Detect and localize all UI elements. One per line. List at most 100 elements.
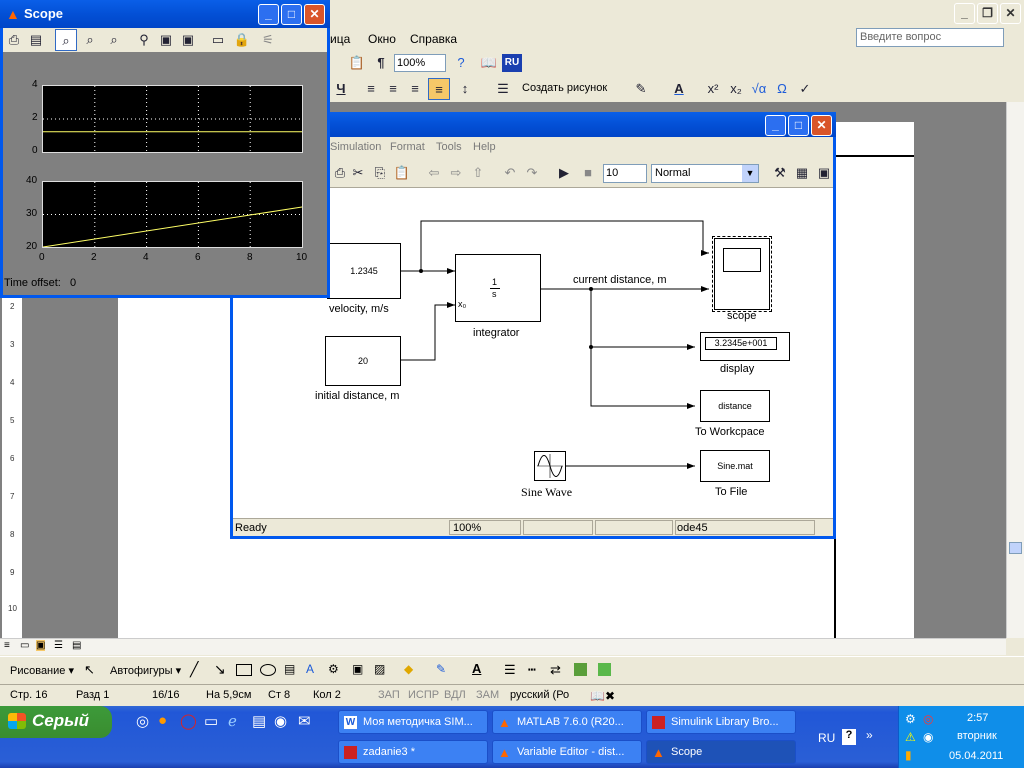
up-icon[interactable]: ⇧ (467, 162, 489, 184)
3d-icon[interactable] (598, 663, 611, 676)
build-icon[interactable]: ⚒ (769, 162, 791, 184)
select-objects-icon[interactable]: ↖ (84, 662, 95, 678)
diagram-icon[interactable]: ⚙ (328, 662, 339, 676)
antivirus-icon[interactable]: ◎ (923, 712, 933, 726)
justify-icon[interactable]: ≡ (428, 78, 450, 100)
drawing-font-color-icon[interactable]: A (472, 661, 481, 676)
menu-format[interactable]: Format (390, 141, 425, 153)
scope-maximize-icon[interactable]: □ (281, 4, 302, 25)
menu-help[interactable]: Help (473, 141, 496, 153)
print-icon[interactable]: ⎙ (3, 29, 25, 51)
zoom-y-icon[interactable]: ⌕ (103, 29, 125, 51)
menu-window[interactable]: Окно (368, 32, 396, 46)
media-icon[interactable]: ◉ (274, 712, 287, 730)
spelling-icon[interactable]: ✓ (794, 78, 816, 100)
ask-question-input[interactable]: Введите вопрос (856, 28, 1004, 47)
pilcrow-icon[interactable]: ¶ (370, 52, 392, 74)
equation-icon[interactable]: √α (748, 78, 770, 100)
line-icon[interactable]: ╱ (190, 661, 198, 678)
close-icon[interactable]: ✕ (1000, 3, 1021, 24)
task-variable-editor[interactable]: ▲ Variable Editor - dist... (492, 740, 642, 764)
numbering-icon[interactable]: ☰ (492, 78, 514, 100)
start-button[interactable]: Серый (0, 706, 112, 738)
back-icon[interactable]: ⇦ (423, 162, 445, 184)
subscript-icon[interactable]: x₂ (725, 78, 747, 100)
zoom-select[interactable]: 100% (394, 54, 446, 72)
task-word-methodichka[interactable]: W Моя методичка SIM... (338, 710, 488, 734)
symbol-icon[interactable]: Ω (771, 78, 793, 100)
opera-icon[interactable]: ◯ (180, 712, 197, 730)
minimize-icon[interactable]: _ (954, 3, 975, 24)
firefox-icon[interactable]: ● (158, 712, 167, 729)
menu-table[interactable]: ица (330, 32, 350, 46)
dash-style-icon[interactable]: ┅ (528, 662, 536, 678)
scope-titlebar[interactable]: ▲ Scope _ □ ✕ (0, 0, 330, 28)
play-icon[interactable]: ▶ (553, 162, 575, 184)
help-icon[interactable]: ? (450, 52, 472, 74)
zoom-x-icon[interactable]: ⌕ (79, 29, 101, 51)
velocity-constant-block[interactable]: 1.2345 (327, 243, 401, 299)
stop-time-input[interactable]: 10 (603, 164, 647, 183)
autoshapes-menu[interactable]: Автофигуры ▾ (110, 664, 181, 677)
simulation-mode-select[interactable]: Normal ▼ (651, 164, 759, 183)
restore-axes-icon[interactable]: ▣ (177, 29, 199, 51)
line-spacing-icon[interactable]: ↕ (454, 78, 476, 100)
restore-icon[interactable]: ❐ (977, 3, 998, 24)
integrator-block[interactable]: 1 s x₀ (455, 254, 541, 322)
task-simulink-library[interactable]: Simulink Library Bro... (646, 710, 796, 734)
desktop-icon[interactable]: ▭ (204, 712, 218, 730)
align-right-icon[interactable]: ≡ (404, 78, 426, 100)
draw-menu[interactable]: Рисование ▾ (10, 664, 74, 677)
copy-icon[interactable]: ⎘ (369, 162, 391, 184)
align-center-icon[interactable]: ≡ (382, 78, 404, 100)
line-color-icon[interactable]: ✎ (436, 662, 446, 676)
volume-icon[interactable]: ◉ (923, 730, 933, 744)
print-view-icon[interactable]: ▣ (36, 640, 46, 651)
arrow-style-icon[interactable]: ⇄ (550, 662, 561, 678)
menu-tools[interactable]: Tools (436, 141, 462, 153)
task-matlab[interactable]: ▲ MATLAB 7.6.0 (R20... (492, 710, 642, 734)
scope-plot-2[interactable] (42, 181, 303, 248)
rectangle-icon[interactable] (236, 664, 252, 676)
highlight-icon[interactable]: ✎ (630, 78, 652, 100)
quicklaunch-icon[interactable]: ◎ (136, 712, 149, 730)
scrollbar-thumb[interactable] (1009, 542, 1022, 554)
network-icon[interactable]: ⚙ (905, 712, 916, 726)
stop-icon[interactable]: ■ (577, 162, 599, 184)
sim-maximize-icon[interactable]: □ (788, 115, 809, 136)
fill-color-icon[interactable]: ◆ (404, 662, 413, 676)
outline-view-icon[interactable]: ☰ (54, 640, 63, 651)
tray-app-icon[interactable]: ▮ (905, 748, 912, 762)
shadow-icon[interactable] (574, 663, 587, 676)
task-scope[interactable]: ▲ Scope (646, 740, 796, 764)
align-left-icon[interactable]: ≡ (360, 78, 382, 100)
to-file-block[interactable]: Sine.mat (700, 450, 770, 482)
chevron-down-icon[interactable]: ▼ (742, 165, 758, 182)
vertical-scrollbar[interactable] (1006, 102, 1024, 638)
superscript-icon[interactable]: x² (702, 78, 724, 100)
autoscale-icon[interactable]: ⚲ (133, 29, 155, 51)
wordart-icon[interactable]: A (306, 662, 314, 676)
display-block[interactable]: 3.2345e+001 (700, 332, 790, 361)
line-style-icon[interactable]: ☰ (504, 662, 516, 678)
signal-selection-icon[interactable]: ⚟ (257, 29, 279, 51)
tray-expand-icon[interactable]: » (866, 728, 873, 742)
language-indicator[interactable]: RU (818, 731, 835, 745)
paste-icon[interactable]: 📋 (346, 52, 368, 74)
spelling-status-icon[interactable]: 📖✖ (590, 689, 615, 703)
redo-icon[interactable]: ↷ (521, 162, 543, 184)
arrow-icon[interactable]: ↘ (214, 661, 226, 678)
sine-wave-block[interactable] (534, 451, 566, 481)
create-picture-button[interactable]: Создать рисунок (522, 82, 607, 94)
help-icon[interactable]: ? (842, 729, 856, 745)
to-workspace-block[interactable]: distance (700, 390, 770, 422)
scope-block[interactable] (712, 236, 772, 312)
undo-icon[interactable]: ↶ (499, 162, 521, 184)
library-icon[interactable]: ▦ (791, 162, 813, 184)
font-color-icon[interactable]: A (668, 78, 690, 100)
forward-icon[interactable]: ⇨ (445, 162, 467, 184)
paste-icon[interactable]: 📋 (391, 162, 413, 184)
ie-icon[interactable]: ℯ (228, 712, 237, 730)
scope-minimize-icon[interactable]: _ (258, 4, 279, 25)
notes-icon[interactable]: ▤ (252, 712, 266, 730)
